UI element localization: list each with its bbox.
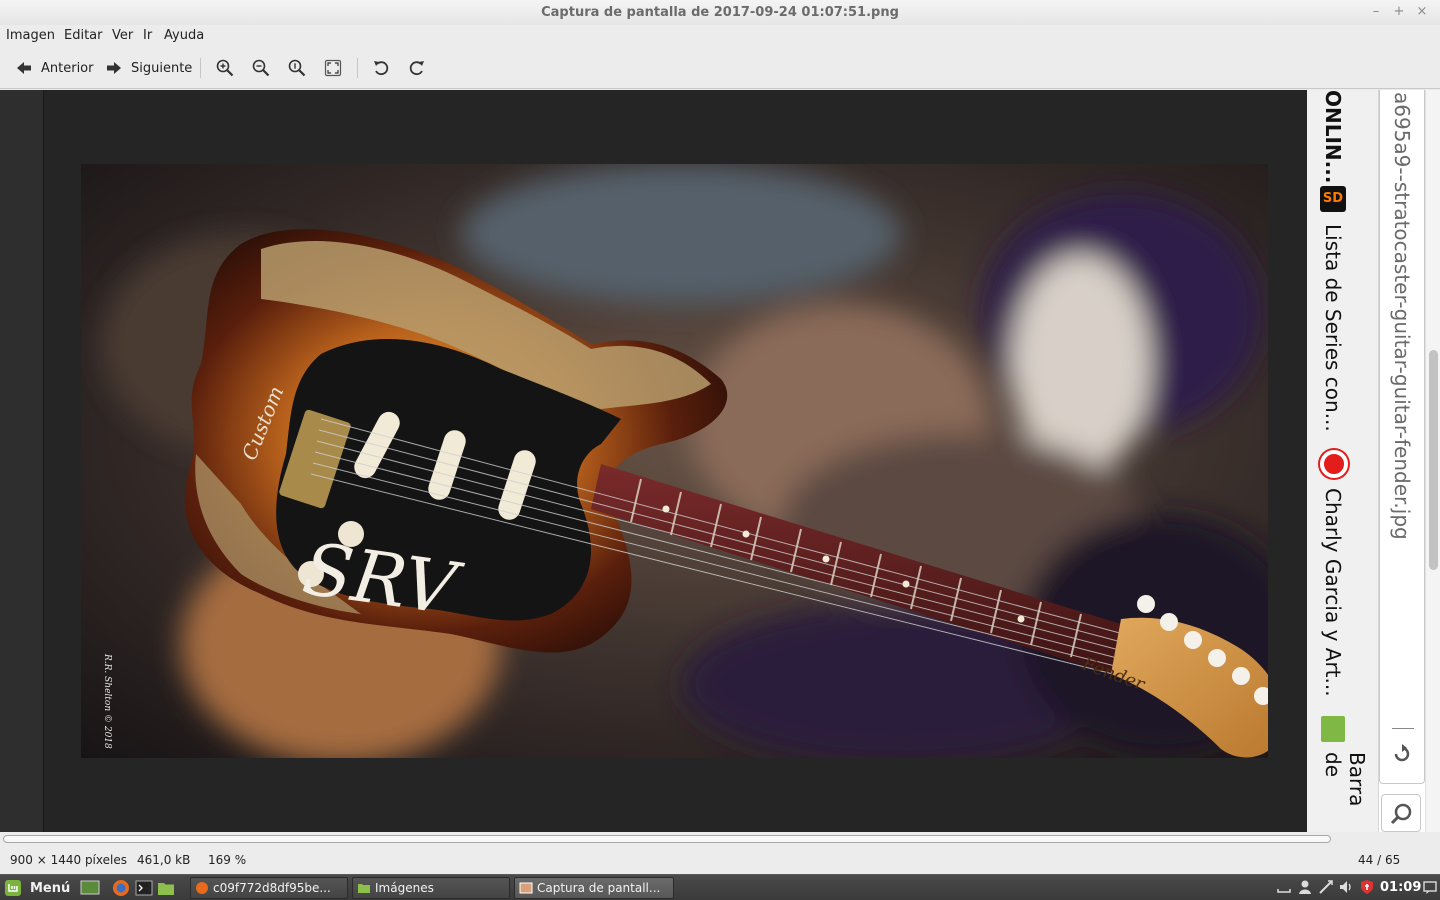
task-image-viewer[interactable]: Captura de pantall... — [514, 877, 674, 899]
bookmark-lista-series: Lista de Series con... — [1321, 224, 1345, 432]
folder-icon — [1321, 716, 1345, 742]
menu-imagen[interactable]: Imagen — [6, 28, 55, 43]
url-text: a695a9--stratocaster-guitar-guitar-fende… — [1390, 92, 1414, 540]
mint-logo-icon — [5, 880, 21, 896]
image-canvas[interactable]: SRV Custom Fender R.R. Shelton © 2018 — [45, 90, 1307, 832]
search-box-rotated — [1381, 794, 1421, 832]
show-desktop-icon[interactable] — [80, 879, 100, 897]
search-icon — [1390, 803, 1412, 825]
bookmark-barra: Barra de — [1321, 752, 1369, 807]
folder-icon — [358, 884, 370, 893]
status-zoom: 169 % — [208, 853, 247, 867]
reload-icon — [1394, 744, 1410, 762]
status-filesize: 461,0 kB — [137, 853, 191, 867]
menu-bar: Imagen Editar Ver Ir Ayuda — [0, 25, 1440, 47]
user-icon[interactable] — [1297, 879, 1313, 895]
bookmarks-bar-rotated: ONLIN... SD Lista de Series con... Charl… — [1307, 90, 1379, 832]
task-browser-label: c09f772d8df95be... — [213, 881, 331, 895]
url-bar-rotated: a695a9--stratocaster-guitar-guitar-fende… — [1379, 90, 1425, 784]
rotate-right-icon — [409, 61, 424, 76]
browser-scrollbar-thumb — [1429, 350, 1438, 570]
shield-icon[interactable] — [1359, 879, 1375, 895]
volume-icon[interactable] — [1338, 879, 1354, 895]
bookmark-online: ONLIN... — [1321, 90, 1345, 184]
stratocaster-guitar-image: SRV Custom Fender R.R. Shelton © 2018 — [81, 164, 1268, 758]
horizontal-scrollbar-thumb[interactable] — [3, 835, 1331, 843]
clock[interactable]: 01:09 — [1380, 880, 1421, 895]
zoom-in-icon — [216, 59, 234, 77]
background-browser-fragment: ONLIN... SD Lista de Series con... Charl… — [1307, 90, 1440, 832]
zoom-in-button[interactable] — [216, 57, 234, 79]
status-bar: 900 × 1440 píxeles 461,0 kB 169 % 44 / 6… — [0, 846, 1440, 874]
firefox-icon[interactable] — [112, 879, 130, 897]
zoom-fit-button[interactable] — [324, 57, 342, 79]
toolbar-separator — [200, 58, 201, 78]
next-button[interactable]: Siguiente — [106, 57, 192, 79]
notifications-icon[interactable] — [1422, 879, 1438, 895]
arrow-right-icon — [107, 62, 121, 74]
sd-icon: SD — [1320, 186, 1346, 212]
close-icon[interactable]: × — [1414, 4, 1430, 20]
rotate-left-button[interactable] — [372, 57, 390, 79]
url-divider — [1392, 728, 1414, 729]
window-title: Captura de pantalla de 2017-09-24 01:07:… — [541, 5, 899, 20]
zoom-out-button[interactable] — [252, 57, 270, 79]
image-icon — [519, 882, 533, 894]
rotate-left-icon — [374, 61, 389, 76]
zoom-out-icon — [252, 59, 270, 77]
horizontal-scrollbar[interactable] — [0, 832, 1440, 846]
task-files[interactable]: Imágenes — [352, 877, 510, 899]
files-icon[interactable] — [157, 879, 175, 897]
zoom-normal-button[interactable] — [288, 57, 306, 79]
network-icon[interactable] — [1318, 879, 1334, 895]
left-panel-strip — [0, 90, 44, 832]
image-viewer-area[interactable]: SRV Custom Fender R.R. Shelton © 2018 ON… — [0, 90, 1440, 832]
status-dimensions: 900 × 1440 píxeles — [10, 853, 127, 867]
terminal-icon[interactable] — [135, 879, 153, 897]
task-browser[interactable]: c09f772d8df95be... — [190, 877, 348, 899]
menu-editar[interactable]: Editar — [64, 28, 103, 43]
maximize-icon[interactable]: + — [1391, 4, 1407, 20]
start-menu-button[interactable]: Menú — [4, 878, 70, 898]
minimize-icon[interactable]: – — [1368, 4, 1384, 20]
browser-scrollbar — [1425, 90, 1440, 832]
task-files-label: Imágenes — [375, 881, 434, 895]
start-menu-label: Menú — [30, 880, 71, 896]
zoom-normal-icon — [288, 59, 306, 77]
task-image-viewer-label: Captura de pantall... — [537, 881, 661, 895]
toolbar: Anterior Siguiente — [0, 47, 1440, 89]
image-viewer-window: Captura de pantalla de 2017-09-24 01:07:… — [0, 0, 1440, 874]
status-position: 44 / 65 — [1358, 853, 1401, 867]
menu-ir[interactable]: Ir — [143, 28, 152, 43]
zoom-fit-icon — [324, 59, 342, 77]
window-list-icon[interactable] — [1276, 879, 1292, 895]
firefox-icon — [196, 882, 208, 894]
toolbar-separator — [357, 58, 358, 78]
guitar-photo[interactable]: SRV Custom Fender R.R. Shelton © 2018 — [81, 164, 1268, 758]
photo-signature: R.R. Shelton © 2018 — [102, 653, 112, 749]
taskbar: Menú c09f772d8df95be... Imágenes Captura… — [0, 874, 1440, 900]
title-bar[interactable]: Captura de pantalla de 2017-09-24 01:07:… — [0, 0, 1440, 25]
rotate-right-button[interactable] — [408, 57, 426, 79]
menu-ayuda[interactable]: Ayuda — [164, 28, 204, 43]
menu-ver[interactable]: Ver — [112, 28, 133, 43]
record-icon — [1320, 450, 1348, 478]
previous-label: Anterior — [41, 60, 94, 76]
next-label: Siguiente — [131, 60, 193, 76]
bookmark-charly-garcia: Charly Garcia y Art... — [1321, 488, 1345, 697]
previous-button[interactable]: Anterior — [16, 57, 93, 79]
arrow-left-icon — [17, 62, 31, 74]
